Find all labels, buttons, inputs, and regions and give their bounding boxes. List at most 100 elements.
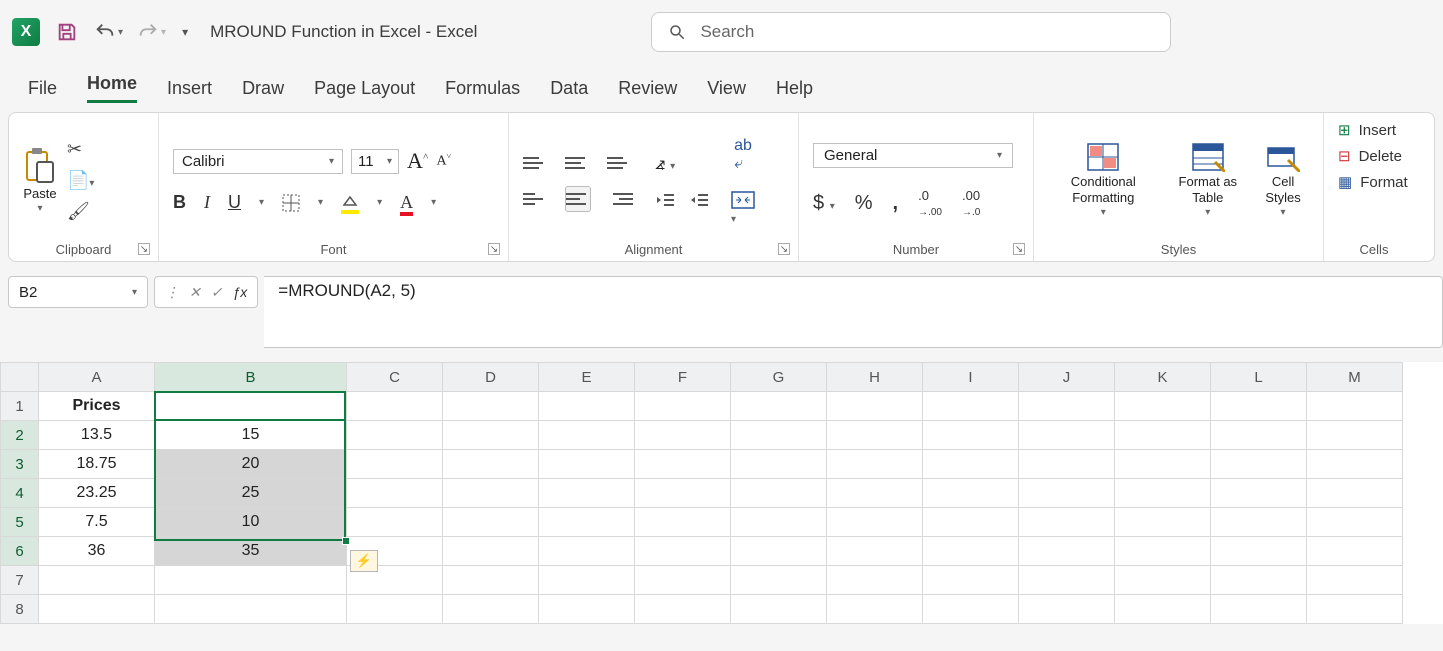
tab-draw[interactable]: Draw — [242, 78, 284, 99]
cell-H1[interactable] — [827, 392, 923, 421]
cell-G3[interactable] — [731, 450, 827, 479]
col-header-C[interactable]: C — [347, 363, 443, 392]
cell-F3[interactable] — [635, 450, 731, 479]
cell-M8[interactable] — [1307, 595, 1403, 624]
cell-H7[interactable] — [827, 566, 923, 595]
cell-styles-button[interactable]: Cell Styles▾ — [1257, 142, 1309, 219]
cell-L4[interactable] — [1211, 479, 1307, 508]
cell-L6[interactable] — [1211, 537, 1307, 566]
decrease-font-icon[interactable]: A˅ — [437, 152, 452, 170]
row-header-4[interactable]: 4 — [1, 479, 39, 508]
cell-A4[interactable]: 23.25 — [39, 479, 155, 508]
cell-K3[interactable] — [1115, 450, 1211, 479]
font-color-icon[interactable]: A — [400, 192, 413, 213]
cell-F1[interactable] — [635, 392, 731, 421]
cell-B1[interactable]: Rounded Figures — [155, 392, 347, 421]
col-header-F[interactable]: F — [635, 363, 731, 392]
clipboard-launcher-icon[interactable]: ↘ — [138, 243, 150, 255]
tab-page-layout[interactable]: Page Layout — [314, 78, 415, 99]
cell-M2[interactable] — [1307, 421, 1403, 450]
autofill-options-icon[interactable]: ⚡ — [350, 550, 378, 572]
row-header-3[interactable]: 3 — [1, 450, 39, 479]
cell-E2[interactable] — [539, 421, 635, 450]
number-launcher-icon[interactable]: ↘ — [1013, 243, 1025, 255]
cell-L1[interactable] — [1211, 392, 1307, 421]
cell-M3[interactable] — [1307, 450, 1403, 479]
cell-H5[interactable] — [827, 508, 923, 537]
row-header-5[interactable]: 5 — [1, 508, 39, 537]
col-header-K[interactable]: K — [1115, 363, 1211, 392]
cell-G1[interactable] — [731, 392, 827, 421]
col-header-G[interactable]: G — [731, 363, 827, 392]
select-all-corner[interactable] — [1, 363, 39, 392]
cell-C5[interactable] — [347, 508, 443, 537]
search-box[interactable]: Search — [651, 12, 1171, 52]
cell-B4[interactable]: 25 — [155, 479, 347, 508]
cell-H6[interactable] — [827, 537, 923, 566]
cell-F7[interactable] — [635, 566, 731, 595]
paste-button[interactable]: Paste ▾ — [23, 146, 57, 216]
font-size-select[interactable]: 11▾ — [351, 149, 399, 174]
cell-I5[interactable] — [923, 508, 1019, 537]
cell-A6[interactable]: 36 — [39, 537, 155, 566]
cell-A2[interactable]: 13.5 — [39, 421, 155, 450]
cell-C3[interactable] — [347, 450, 443, 479]
tab-insert[interactable]: Insert — [167, 78, 212, 99]
cell-D5[interactable] — [443, 508, 539, 537]
cell-G2[interactable] — [731, 421, 827, 450]
cell-K8[interactable] — [1115, 595, 1211, 624]
row-header-8[interactable]: 8 — [1, 595, 39, 624]
cell-E6[interactable] — [539, 537, 635, 566]
cell-L7[interactable] — [1211, 566, 1307, 595]
col-header-J[interactable]: J — [1019, 363, 1115, 392]
cell-F2[interactable] — [635, 421, 731, 450]
cell-L8[interactable] — [1211, 595, 1307, 624]
row-header-1[interactable]: 1 — [1, 392, 39, 421]
alignment-buttons[interactable] — [523, 150, 633, 212]
cell-A8[interactable] — [39, 595, 155, 624]
increase-indent-icon[interactable] — [689, 192, 709, 208]
cell-M6[interactable] — [1307, 537, 1403, 566]
font-name-select[interactable]: Calibri▾ — [173, 149, 343, 174]
redo-button[interactable]: ▾ — [137, 21, 166, 43]
cell-E5[interactable] — [539, 508, 635, 537]
tab-data[interactable]: Data — [550, 78, 588, 99]
tab-view[interactable]: View — [707, 78, 746, 99]
cell-G7[interactable] — [731, 566, 827, 595]
cell-C8[interactable] — [347, 595, 443, 624]
wrap-text-icon[interactable]: ab⤶ — [734, 137, 752, 173]
tab-file[interactable]: File — [28, 78, 57, 99]
fill-handle[interactable] — [342, 537, 350, 545]
cell-C1[interactable] — [347, 392, 443, 421]
cell-D4[interactable] — [443, 479, 539, 508]
cell-G5[interactable] — [731, 508, 827, 537]
cell-J6[interactable] — [1019, 537, 1115, 566]
col-header-B[interactable]: B — [155, 363, 347, 392]
worksheet[interactable]: A B C D E F G H I J K L M 1 Prices Round… — [0, 362, 1443, 624]
cell-I1[interactable] — [923, 392, 1019, 421]
cut-icon[interactable]: ✂ — [67, 139, 94, 160]
decrease-decimal-icon[interactable]: .00→.0 — [962, 188, 980, 218]
cell-D6[interactable] — [443, 537, 539, 566]
cell-G8[interactable] — [731, 595, 827, 624]
cell-K1[interactable] — [1115, 392, 1211, 421]
fx-icon[interactable]: ƒx — [232, 284, 247, 300]
cell-E7[interactable] — [539, 566, 635, 595]
cell-M7[interactable] — [1307, 566, 1403, 595]
cell-A7[interactable] — [39, 566, 155, 595]
merge-center-icon[interactable]: ▾ — [731, 191, 755, 225]
undo-button[interactable]: ▾ — [94, 21, 123, 43]
cell-I7[interactable] — [923, 566, 1019, 595]
orientation-icon[interactable]: ⦨ ▾ — [655, 153, 709, 174]
comma-style-icon[interactable]: , — [893, 192, 899, 215]
cell-G6[interactable] — [731, 537, 827, 566]
formula-expand-icon[interactable]: ⋮ — [165, 284, 179, 301]
qat-customize-icon[interactable]: ▾ — [180, 25, 190, 39]
cell-A3[interactable]: 18.75 — [39, 450, 155, 479]
copy-icon[interactable]: 📄▾ — [67, 170, 94, 191]
row-header-2[interactable]: 2 — [1, 421, 39, 450]
cell-I6[interactable] — [923, 537, 1019, 566]
conditional-formatting-button[interactable]: Conditional Formatting▾ — [1048, 142, 1159, 219]
col-header-E[interactable]: E — [539, 363, 635, 392]
decrease-indent-icon[interactable] — [655, 192, 675, 208]
